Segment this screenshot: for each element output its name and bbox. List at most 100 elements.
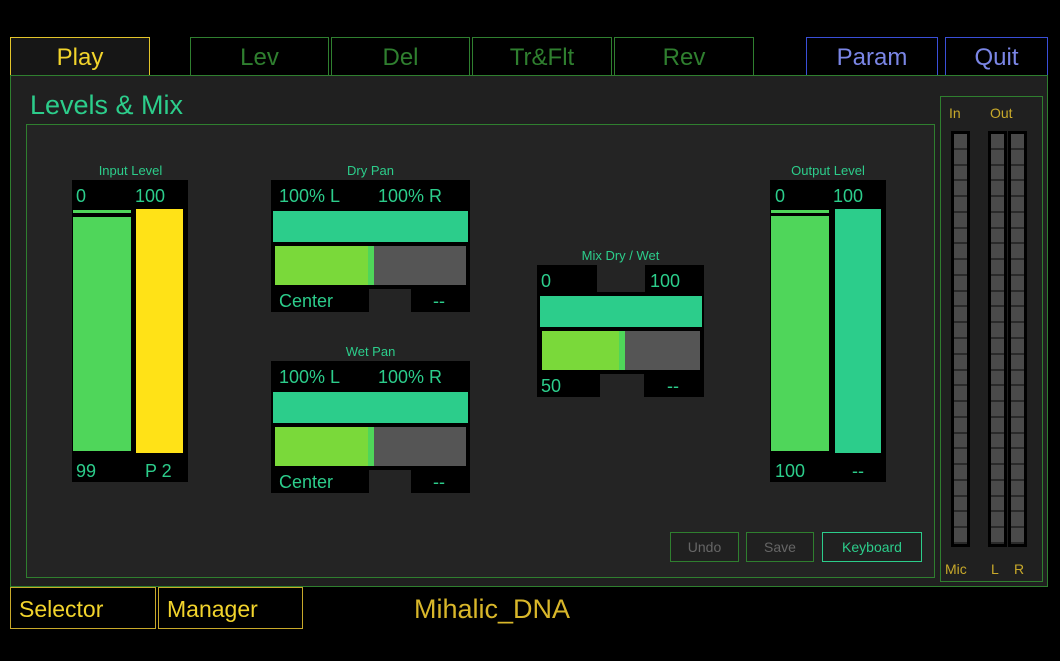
meter-segment xyxy=(991,212,1004,229)
meter-segment xyxy=(954,354,967,371)
dry-pan-position: Center xyxy=(279,291,334,311)
meter-in-label: In xyxy=(949,105,961,121)
meter-segment xyxy=(991,465,1004,481)
wet-pan-gap xyxy=(369,470,411,493)
dry-pan-left-label: 100% L xyxy=(279,186,341,206)
dry-pan-value: -- xyxy=(433,291,445,311)
meter-segment xyxy=(1011,449,1024,466)
meter-l-label: L xyxy=(991,561,999,577)
meter-segment xyxy=(1011,244,1024,261)
undo-button[interactable]: Undo xyxy=(670,532,739,562)
output-level-min: 0 xyxy=(775,186,786,206)
wet-pan-value: -- xyxy=(433,472,445,492)
output-right-meter xyxy=(1008,131,1027,547)
meter-segment xyxy=(954,386,967,403)
meter-segment xyxy=(991,291,1004,308)
meter-segment xyxy=(1011,165,1024,182)
dry-pan-slider-fill xyxy=(275,246,368,285)
meter-segment xyxy=(1011,354,1024,371)
dry-pan-slider-handle[interactable] xyxy=(368,246,374,285)
meter-segment xyxy=(1011,480,1024,497)
meter-segment xyxy=(1011,465,1024,481)
meter-segment xyxy=(991,197,1004,213)
dry-pan-title: Dry Pan xyxy=(347,163,394,178)
input-level-min: 0 xyxy=(76,186,87,206)
meter-segment xyxy=(1011,275,1024,292)
meter-segment xyxy=(1011,181,1024,198)
input-level-max: 100 xyxy=(135,186,166,206)
keyboard-button[interactable]: Keyboard xyxy=(822,532,922,562)
meter-segment xyxy=(1011,339,1024,355)
meter-segment xyxy=(1011,228,1024,245)
tab-play[interactable]: Play xyxy=(10,37,150,77)
meter-segment xyxy=(1011,307,1024,324)
wet-pan-left-label: 100% L xyxy=(279,367,341,387)
tab-param[interactable]: Param xyxy=(806,37,938,75)
meter-segment xyxy=(991,339,1004,355)
tab-lev[interactable]: Lev xyxy=(190,37,329,75)
output-left-meter xyxy=(988,131,1007,547)
meter-segment xyxy=(1011,260,1024,276)
quit-button[interactable]: Quit xyxy=(945,37,1048,75)
meter-segment xyxy=(1011,386,1024,403)
tab-trflt[interactable]: Tr&Flt xyxy=(472,37,612,75)
manager-button[interactable]: Manager xyxy=(158,587,303,629)
meter-segment xyxy=(991,402,1004,418)
mix-range-bar xyxy=(540,296,702,327)
dry-pan-range-bar xyxy=(273,211,468,242)
meter-segment xyxy=(954,323,967,339)
meter-segment xyxy=(954,433,967,450)
meter-segment xyxy=(954,212,967,229)
tab-del[interactable]: Del xyxy=(331,37,470,75)
meter-segment xyxy=(991,496,1004,513)
meter-segment xyxy=(954,181,967,198)
meter-segment xyxy=(991,433,1004,450)
wet-pan-range-bar xyxy=(273,392,468,423)
meter-segment xyxy=(954,228,967,245)
save-button[interactable]: Save xyxy=(746,532,814,562)
mix-top-gap xyxy=(597,265,645,292)
meter-segment xyxy=(991,134,1004,150)
output-gain-bar[interactable] xyxy=(835,209,881,453)
mix-slider[interactable] xyxy=(542,331,700,370)
meter-segment xyxy=(991,260,1004,276)
mix-title: Mix Dry / Wet xyxy=(581,248,660,263)
preset-name: Mihalic_DNA xyxy=(414,594,571,624)
meter-segment xyxy=(954,496,967,513)
meter-segment xyxy=(954,134,967,150)
meter-segment xyxy=(954,291,967,308)
meter-segment xyxy=(954,417,967,434)
meter-segment xyxy=(954,244,967,261)
meter-segment xyxy=(991,417,1004,434)
meter-segment xyxy=(991,149,1004,166)
meter-segment xyxy=(991,370,1004,387)
input-preset-value: P 2 xyxy=(145,461,172,481)
meter-segment xyxy=(954,275,967,292)
selector-button[interactable]: Selector xyxy=(10,587,156,629)
dry-pan-slider[interactable] xyxy=(275,246,466,285)
meter-segment xyxy=(1011,402,1024,418)
input-level-bar[interactable] xyxy=(73,217,131,451)
wet-pan-right-label: 100% R xyxy=(378,367,443,387)
meter-segment xyxy=(1011,134,1024,150)
input-level-title: Input Level xyxy=(98,163,163,178)
wet-pan-title: Wet Pan xyxy=(345,344,396,359)
meter-segment xyxy=(991,181,1004,198)
meter-segment xyxy=(1011,512,1024,529)
output-level-bar[interactable] xyxy=(771,216,829,451)
meter-segment xyxy=(954,197,967,213)
input-gain-bar[interactable] xyxy=(136,209,183,453)
meter-segment xyxy=(991,228,1004,245)
meter-segment xyxy=(1011,149,1024,166)
meter-segment xyxy=(954,465,967,481)
meter-segment xyxy=(1011,197,1024,213)
tab-rev[interactable]: Rev xyxy=(614,37,754,75)
mix-slider-handle[interactable] xyxy=(619,331,625,370)
output-level-value2: -- xyxy=(852,461,864,481)
wet-pan-slider-handle[interactable] xyxy=(368,427,374,466)
mix-value2: -- xyxy=(667,376,679,396)
wet-pan-slider[interactable] xyxy=(275,427,466,466)
meter-segment xyxy=(954,528,967,544)
input-level-value: 99 xyxy=(76,461,97,481)
meter-segment xyxy=(954,480,967,497)
